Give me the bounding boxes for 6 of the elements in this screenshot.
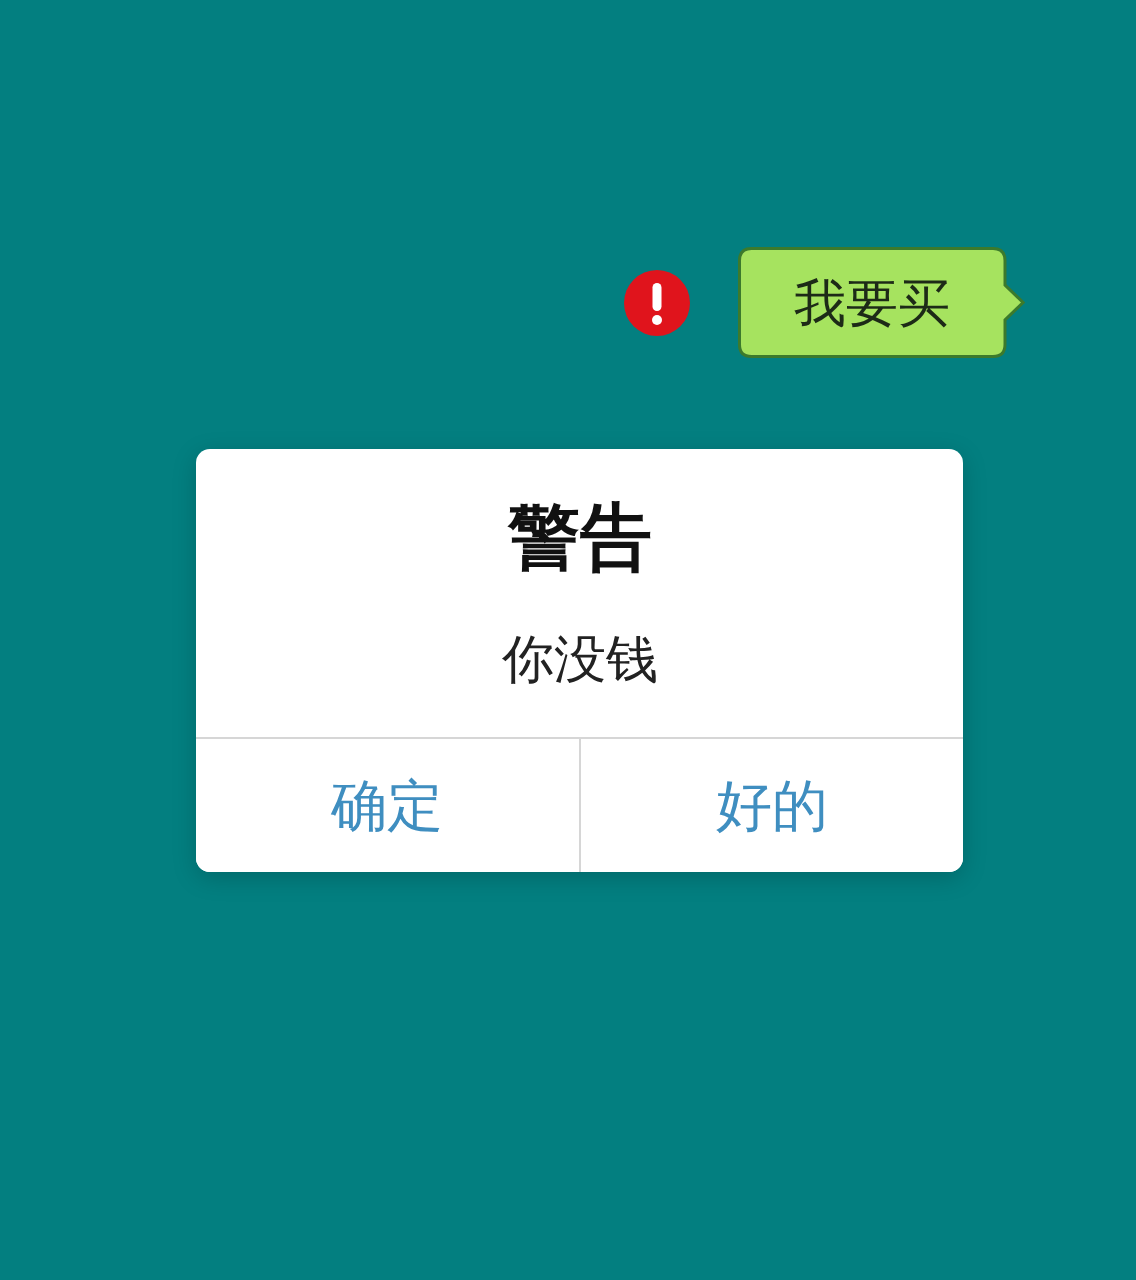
alert-message: 你没钱 <box>501 633 658 685</box>
error-icon[interactable] <box>624 269 690 336</box>
dialog-button[interactable]: 确定 <box>196 739 579 872</box>
message-bubble: 我要买 <box>738 247 1025 358</box>
dialog-button[interactable]: 好的 <box>578 739 963 872</box>
alert-title: 警告 <box>507 501 652 573</box>
